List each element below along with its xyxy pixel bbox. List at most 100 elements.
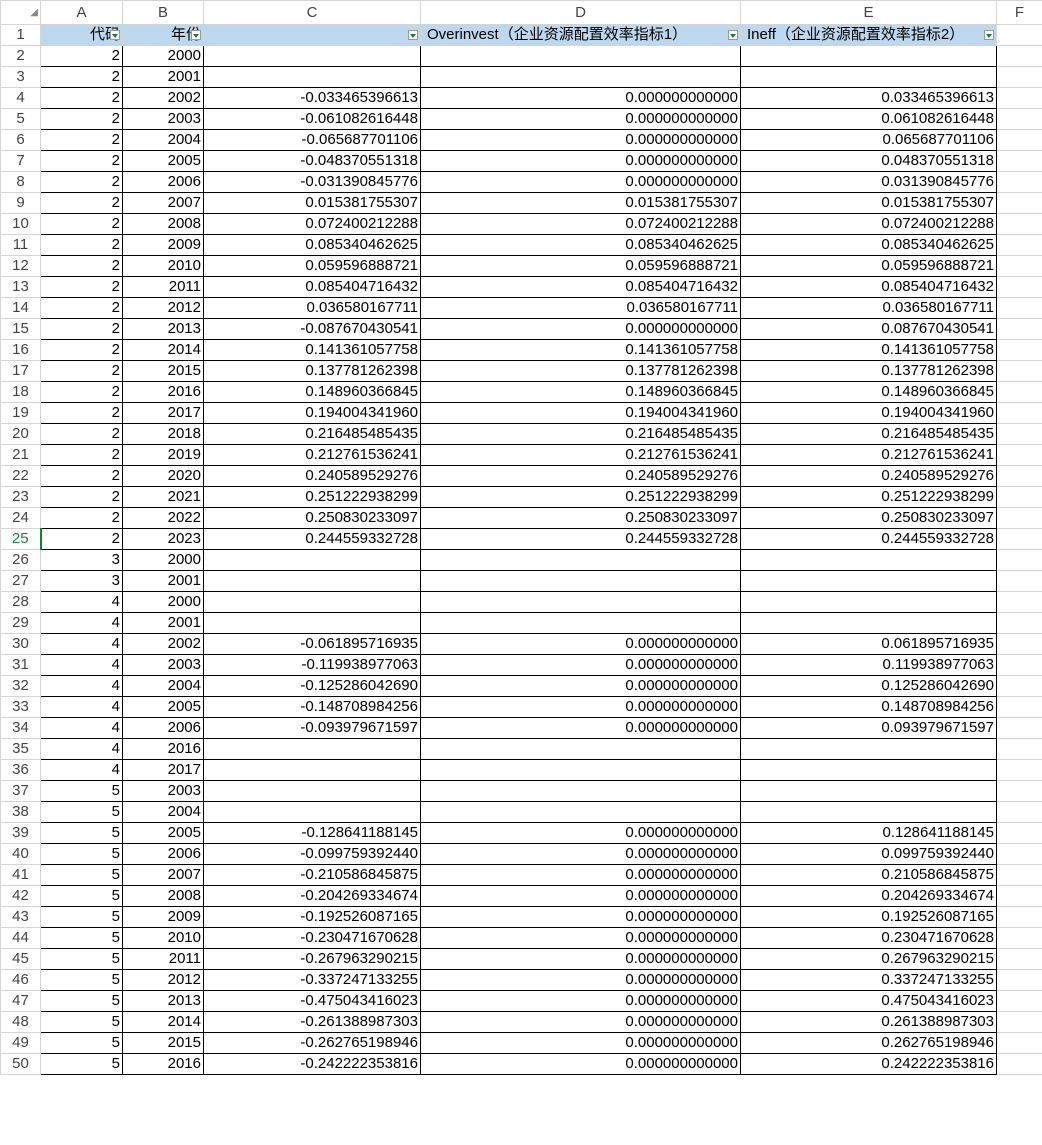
cell-f[interactable] [996,633,1042,655]
cell-code[interactable]: 5 [40,1011,123,1033]
cell-f[interactable] [996,339,1042,361]
cell-year[interactable]: 2005 [122,696,204,718]
row-header[interactable]: 44 [0,927,41,949]
cell-ineff[interactable]: 0.031390845776 [740,171,997,193]
cell-code[interactable]: 2 [40,360,123,382]
row-header[interactable]: 21 [0,444,41,466]
cell-f[interactable] [996,1053,1042,1075]
cell-year[interactable]: 2021 [122,486,204,508]
row-header[interactable]: 42 [0,885,41,907]
cell-code[interactable]: 2 [40,66,123,88]
cell-overinvest[interactable]: 0.000000000000 [420,633,741,655]
cell-f[interactable] [996,948,1042,970]
filter-dropdown-icon[interactable] [984,30,994,40]
cell-year[interactable]: 2016 [122,738,204,760]
cell-overinvest[interactable]: 0.250830233097 [420,507,741,529]
cell-year[interactable]: 2007 [122,864,204,886]
cell-overinvest[interactable]: 0.059596888721 [420,255,741,277]
cell-code[interactable]: 2 [40,171,123,193]
cell-ineff[interactable]: 0.240589529276 [740,465,997,487]
cell-code[interactable]: 2 [40,255,123,277]
cell-year[interactable]: 2023 [122,528,204,550]
cell-f[interactable] [996,213,1042,235]
cell-code[interactable]: 2 [40,87,123,109]
row-header[interactable]: 18 [0,381,41,403]
cell-overinvest[interactable]: 0.148960366845 [420,381,741,403]
cell-f[interactable] [996,486,1042,508]
cell-c[interactable]: -0.093979671597 [203,717,421,739]
cell-ineff[interactable]: 0.210586845875 [740,864,997,886]
row-header[interactable]: 12 [0,255,41,277]
cell-c[interactable]: -0.061895716935 [203,633,421,655]
cell-f[interactable] [996,612,1042,634]
cell-year[interactable]: 2016 [122,381,204,403]
cell-code[interactable]: 2 [40,507,123,529]
cell-c[interactable]: 0.141361057758 [203,339,421,361]
cell-f[interactable] [996,150,1042,172]
filter-dropdown-icon[interactable] [110,30,120,40]
cell-c[interactable]: -0.337247133255 [203,969,421,991]
cell-ineff[interactable]: 0.093979671597 [740,717,997,739]
cell-f[interactable] [996,696,1042,718]
header-cell-ineff[interactable]: Ineff（企业资源配置效率指标2） [740,24,997,46]
cell-ineff[interactable]: 0.148708984256 [740,696,997,718]
cell-code[interactable]: 2 [40,381,123,403]
row-header[interactable]: 33 [0,696,41,718]
row-header[interactable]: 50 [0,1053,41,1075]
cell-year[interactable]: 2002 [122,87,204,109]
cell-overinvest[interactable]: 0.000000000000 [420,717,741,739]
cell-year[interactable]: 2012 [122,297,204,319]
cell-year[interactable]: 2004 [122,129,204,151]
cell-overinvest[interactable]: 0.000000000000 [420,108,741,130]
row-header[interactable]: 9 [0,192,41,214]
row-header[interactable]: 13 [0,276,41,298]
cell-ineff[interactable]: 0.085404716432 [740,276,997,298]
row-header[interactable]: 48 [0,1011,41,1033]
cell-c[interactable]: -0.033465396613 [203,87,421,109]
column-header-a[interactable]: A [40,0,123,25]
cell-year[interactable]: 2013 [122,990,204,1012]
cell-year[interactable]: 2003 [122,108,204,130]
cell-c[interactable]: -0.261388987303 [203,1011,421,1033]
cell-code[interactable]: 4 [40,633,123,655]
cell-c[interactable]: 0.212761536241 [203,444,421,466]
cell-overinvest[interactable]: 0.000000000000 [420,87,741,109]
cell-ineff[interactable]: 0.141361057758 [740,339,997,361]
cell-c[interactable]: 0.251222938299 [203,486,421,508]
cell-overinvest[interactable]: 0.000000000000 [420,318,741,340]
cell-year[interactable]: 2012 [122,969,204,991]
row-header[interactable]: 49 [0,1032,41,1054]
cell-f[interactable] [996,1032,1042,1054]
column-header-b[interactable]: B [122,0,204,25]
row-header[interactable]: 19 [0,402,41,424]
cell-f[interactable] [996,759,1042,781]
cell-year[interactable]: 2001 [122,66,204,88]
cell-ineff[interactable]: 0.059596888721 [740,255,997,277]
cell-c[interactable]: -0.230471670628 [203,927,421,949]
cell-c[interactable] [203,780,421,802]
cell-c[interactable]: -0.125286042690 [203,675,421,697]
cell-overinvest[interactable]: 0.000000000000 [420,1032,741,1054]
cell-year[interactable]: 2019 [122,444,204,466]
cell-code[interactable]: 2 [40,465,123,487]
cell-code[interactable]: 5 [40,927,123,949]
row-header[interactable]: 46 [0,969,41,991]
cell-overinvest[interactable]: 0.141361057758 [420,339,741,361]
cell-f[interactable] [996,255,1042,277]
cell-year[interactable]: 2005 [122,150,204,172]
filter-dropdown-icon[interactable] [728,30,738,40]
cell-code[interactable]: 2 [40,423,123,445]
row-header[interactable]: 10 [0,213,41,235]
cell-f[interactable] [996,66,1042,88]
cell-year[interactable]: 2000 [122,591,204,613]
cell-year[interactable]: 2018 [122,423,204,445]
cell-code[interactable]: 5 [40,1053,123,1075]
cell-code[interactable]: 5 [40,801,123,823]
cell-year[interactable]: 2003 [122,780,204,802]
row-header[interactable]: 36 [0,759,41,781]
cell-code[interactable]: 5 [40,990,123,1012]
cell-c[interactable]: -0.099759392440 [203,843,421,865]
cell-c[interactable]: -0.065687701106 [203,129,421,151]
row-header[interactable]: 26 [0,549,41,571]
cell-ineff[interactable]: 0.099759392440 [740,843,997,865]
